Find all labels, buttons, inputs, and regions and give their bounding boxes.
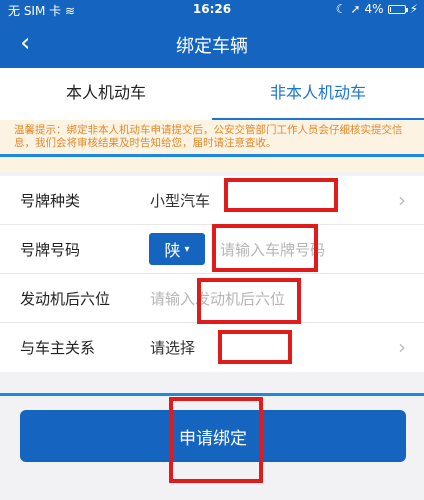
notice-banner: 温馨提示：绑定非本人机动车申请提交后，公安交管部门工作人员会仔细核实提交信息，我… xyxy=(0,120,424,172)
relation-row[interactable]: 与车主关系 请选择 › xyxy=(0,323,424,372)
tab-bar: 本人机动车 非本人机动车 xyxy=(0,68,424,120)
caret-down-icon: ▾ xyxy=(184,243,190,255)
engine-label: 发动机后六位 xyxy=(20,290,111,308)
plate-type-value[interactable]: 小型汽车 xyxy=(150,190,210,211)
plate-number-row: 号牌号码 陕 ▾ 请输入车牌号码 xyxy=(0,225,424,274)
plate-type-label: 号牌种类 xyxy=(20,192,81,210)
relation-label: 与车主关系 xyxy=(20,339,96,357)
plate-number-label: 号牌号码 xyxy=(20,241,81,259)
battery-icon xyxy=(387,4,408,14)
status-bar: 无 SIM 卡 ≋ 16:26 ☾ ➚ 4% ⚡ xyxy=(0,0,424,20)
charging-icon: ⚡ xyxy=(409,2,418,16)
page-title: 绑定车辆 xyxy=(176,36,248,57)
tab-other-vehicle[interactable]: 非本人机动车 xyxy=(212,68,424,120)
battery-percent: 4% xyxy=(364,2,384,16)
plate-number-input[interactable]: 请输入车牌号码 xyxy=(220,239,325,260)
annotation-line xyxy=(0,393,424,396)
chevron-right-icon: › xyxy=(398,188,406,212)
tab-own-vehicle[interactable]: 本人机动车 xyxy=(0,68,212,120)
moon-icon: ☾ xyxy=(335,2,347,16)
battery-level xyxy=(389,6,391,12)
chevron-right-icon: › xyxy=(398,335,406,359)
location-icon: ➚ xyxy=(350,2,361,16)
engine-input[interactable]: 请输入发动机后六位 xyxy=(150,288,285,309)
nav-bar: ‹ 绑定车辆 xyxy=(0,20,424,68)
plate-type-row[interactable]: 号牌种类 小型汽车 › xyxy=(0,176,424,225)
engine-row: 发动机后六位 请输入发动机后六位 xyxy=(0,274,424,323)
annotation-line xyxy=(0,154,424,157)
bind-form: 号牌种类 小型汽车 › 号牌号码 陕 ▾ 请输入车牌号码 发动机后六位 请输入发动… xyxy=(0,176,424,372)
province-select[interactable]: 陕 ▾ xyxy=(149,233,205,265)
submit-button[interactable]: 申请绑定 xyxy=(20,410,406,462)
status-right: ☾ ➚ 4% ⚡ xyxy=(336,2,418,16)
relation-value[interactable]: 请选择 xyxy=(150,337,195,358)
